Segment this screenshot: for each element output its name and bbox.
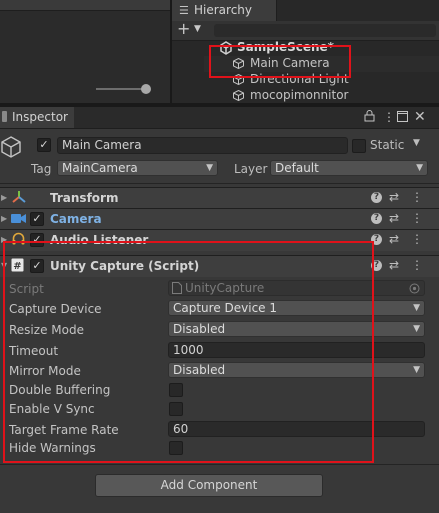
camera-icon — [11, 214, 26, 223]
checkmark-icon: ✓ — [39, 138, 49, 151]
add-component-button[interactable]: Add Component — [95, 474, 323, 497]
preset-icon[interactable]: ⇄ — [389, 190, 399, 204]
checkmark-icon: ✓ — [32, 212, 42, 225]
layer-value: Default — [275, 161, 319, 175]
hierarchy-item-label: mocopimonnitor — [250, 88, 349, 102]
plus-icon[interactable]: + — [177, 19, 190, 38]
layer-dropdown[interactable]: Default ▼ — [270, 160, 428, 176]
transform-icon — [12, 191, 26, 203]
chevron-down-icon: ▼ — [413, 303, 420, 313]
annotation-highlight-box — [3, 241, 374, 463]
scene-zoom-slider-track[interactable] — [96, 88, 144, 90]
chevron-down-icon: ▼ — [413, 365, 420, 375]
static-label: Static — [370, 138, 405, 152]
foldout-arrow-icon[interactable]: ▶ — [1, 214, 7, 223]
chevron-down-icon[interactable]: ▼ — [194, 24, 201, 34]
more-options-icon[interactable]: ⋮ — [411, 211, 423, 225]
tag-label: Tag — [31, 162, 52, 176]
chevron-down-icon: ▼ — [416, 163, 423, 173]
annotation-highlight-box — [209, 45, 351, 78]
more-options-icon[interactable]: ⋮ — [411, 258, 423, 272]
list-icon: ☰ — [179, 4, 189, 17]
help-icon[interactable]: ? — [371, 213, 382, 224]
component-name: Camera — [50, 212, 102, 226]
info-icon — [2, 111, 7, 122]
gameobject-cube-icon — [1, 136, 21, 158]
hierarchy-search-input[interactable] — [214, 24, 436, 37]
tag-dropdown[interactable]: MainCamera ▼ — [57, 160, 218, 176]
layer-label: Layer — [234, 162, 268, 176]
inspector-tab-label: Inspector — [12, 110, 68, 124]
close-icon[interactable]: ✕ — [414, 109, 426, 125]
scene-zoom-slider-handle[interactable] — [141, 84, 151, 94]
object-name-input[interactable]: Main Camera — [57, 137, 348, 154]
object-picker-icon[interactable] — [409, 283, 420, 294]
more-options-icon[interactable]: ⋮ — [411, 190, 423, 204]
more-options-icon[interactable]: ⋮ — [411, 232, 423, 246]
preset-icon[interactable]: ⇄ — [389, 258, 399, 272]
object-active-checkbox[interactable]: ✓ — [37, 138, 51, 152]
hierarchy-tab-label: Hierarchy — [194, 3, 253, 17]
cube-icon — [233, 90, 244, 101]
tag-value: MainCamera — [62, 161, 138, 175]
preset-icon[interactable]: ⇄ — [389, 232, 399, 246]
help-icon[interactable]: ? — [371, 192, 382, 203]
divider — [0, 464, 439, 465]
static-checkbox[interactable] — [352, 139, 366, 153]
preset-icon[interactable]: ⇄ — [389, 211, 399, 225]
component-name: Transform — [50, 191, 119, 205]
divider — [0, 183, 439, 184]
foldout-arrow-icon[interactable]: ▶ — [1, 193, 7, 202]
component-enabled-checkbox[interactable]: ✓ — [30, 212, 44, 226]
chevron-down-icon[interactable]: ▼ — [413, 138, 420, 148]
more-options-icon[interactable]: ⋮ — [383, 110, 395, 124]
scene-view-toolbar — [0, 0, 170, 11]
chevron-down-icon: ▼ — [206, 163, 213, 173]
lock-icon[interactable] — [364, 110, 375, 125]
maximize-icon[interactable] — [397, 111, 408, 125]
chevron-down-icon: ▼ — [413, 324, 420, 334]
